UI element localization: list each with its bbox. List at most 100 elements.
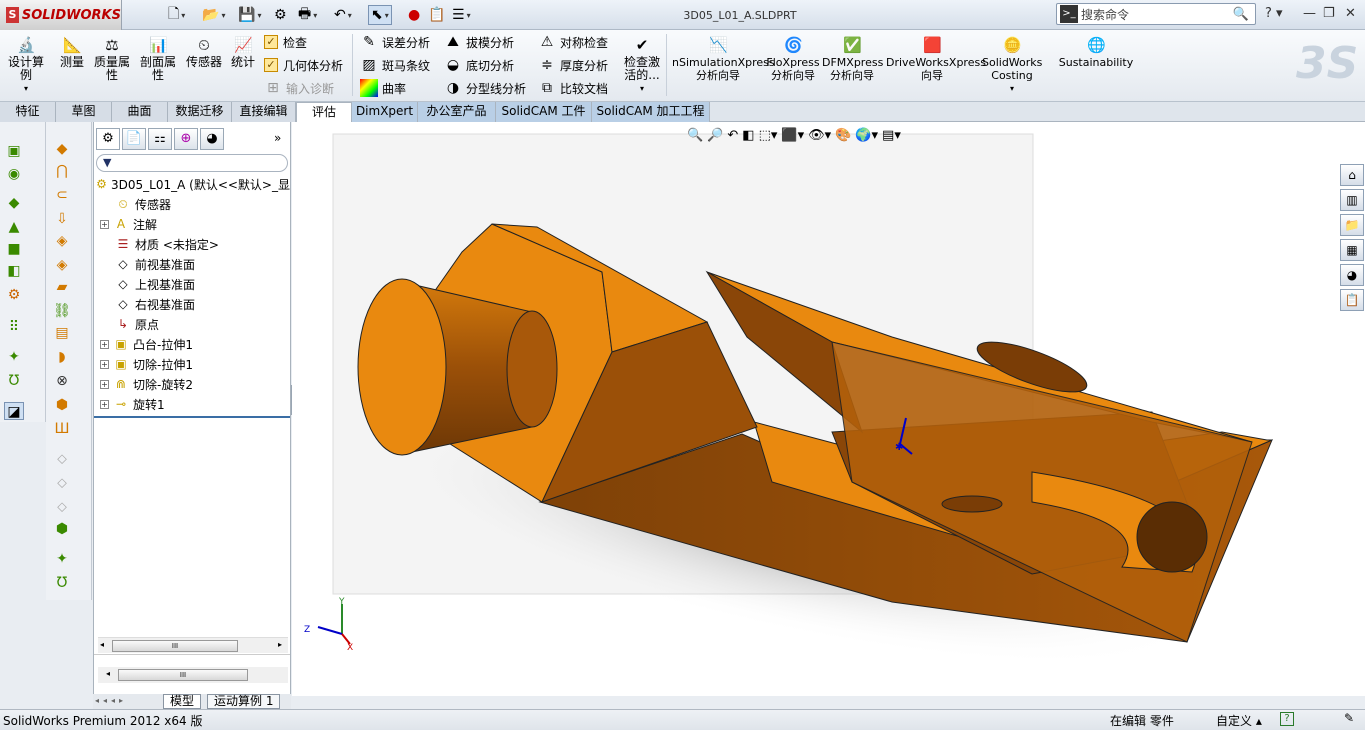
tab-motion-study[interactable]: 运动算例 1 [207, 694, 281, 709]
help-button[interactable]: ? ▾ [1265, 6, 1283, 21]
appearances-icon[interactable]: ◕ [1340, 264, 1364, 286]
tab-office-products[interactable]: 办公室产品 [418, 102, 496, 122]
dome-icon[interactable]: ⬢ [52, 396, 72, 414]
reference-icon[interactable]: ✦ [4, 348, 24, 366]
print-button[interactable]: 🖶 ▾ [298, 5, 317, 25]
cut-thicken-icon[interactable]: ◈ [52, 256, 72, 274]
revolve-icon[interactable]: ◉ [4, 165, 24, 183]
cut-boundary-icon[interactable]: ◈ [52, 232, 72, 250]
tree-item-material[interactable]: ☰ 材质 <未指定> [94, 234, 290, 254]
floxpress-button[interactable]: 🌀 FloXpress 分析向导 [766, 34, 820, 82]
instant3d-icon[interactable]: ◪ [4, 402, 24, 420]
tree-root[interactable]: ⚙ 3D05_L01_A (默认<<默认>_显 [94, 174, 290, 194]
move-face-icon[interactable]: ⬦ [52, 474, 72, 492]
select-button[interactable]: ⬉ ▾ [368, 5, 392, 25]
restore-button[interactable]: ❐ [1323, 6, 1335, 21]
thicken-icon[interactable]: ◧ [4, 262, 24, 280]
undercut-analysis-button[interactable]: ◒ 底切分析 [444, 55, 514, 75]
zoom-to-area-icon[interactable]: 🔎 [707, 128, 723, 150]
tree-item-front-plane[interactable]: ◇ 前视基准面 [94, 254, 290, 274]
viewport-minimize-icon[interactable]: — [1284, 122, 1295, 124]
simulationxpress-button[interactable]: 📉 nSimulationXpress 分析向导 [672, 34, 775, 82]
design-library-icon[interactable]: ▥ [1340, 189, 1364, 211]
lower-horizontal-scrollbar[interactable]: ◂ III [98, 667, 288, 683]
minimize-button[interactable]: — [1303, 6, 1316, 21]
expand-icon[interactable]: + [100, 339, 109, 349]
scroll-right-icon[interactable]: ▸ [278, 640, 282, 649]
display-manager-tab-icon[interactable]: ◕ [200, 128, 224, 150]
file-properties-button[interactable]: 📋 [428, 5, 445, 25]
pattern-icon[interactable]: ⠿ [4, 318, 24, 336]
tree-item-cut-revolve[interactable]: + ⋒ 切除-旋转2 [94, 374, 290, 394]
curvature-button[interactable]: 曲率 [360, 78, 406, 98]
expand-icon[interactable]: + [100, 399, 109, 409]
dfmxpress-button[interactable]: ✅ DFMXpress 分析向导 [822, 34, 883, 82]
property-manager-tab-icon[interactable]: 📄 [122, 128, 146, 150]
geometry-analysis-button[interactable]: ✓ 几何体分析 [264, 55, 343, 75]
compare-documents-button[interactable]: ⧉ 比较文档 [538, 78, 608, 98]
view-orientation-icon[interactable]: ⬚▾ [759, 128, 778, 150]
feature-tree-tab-icon[interactable]: ⚙ [96, 128, 120, 150]
zebra-stripes-button[interactable]: ▨ 斑马条纹 [360, 55, 430, 75]
previous-view-icon[interactable]: ↶ [727, 128, 738, 150]
configuration-manager-tab-icon[interactable]: ⚏ [148, 128, 172, 150]
view-triad[interactable]: Y Z X [304, 597, 353, 653]
deviation-analysis-button[interactable]: ✎ 误差分析 [360, 32, 430, 52]
symmetry-check-button[interactable]: ⚠ 对称检查 [538, 32, 608, 52]
solidworks-logo[interactable]: S SOLIDWORKS [0, 0, 122, 30]
dimxpert-tab-icon[interactable]: ⊕ [174, 128, 198, 150]
apply-scene-icon[interactable]: 🌍▾ [855, 128, 878, 150]
expand-icon[interactable]: + [100, 379, 109, 389]
tab-features[interactable]: 特征 [0, 102, 56, 122]
draft-feature-icon[interactable]: ◗ [52, 348, 72, 366]
custom-properties-icon[interactable]: 📋 [1340, 289, 1364, 311]
hole-icon[interactable]: ⊗ [52, 372, 72, 390]
cascade-icon[interactable]: ⧉ [1266, 122, 1274, 124]
measure-button[interactable]: 📐 测量 [56, 34, 88, 69]
design-study-button[interactable]: 🔬 设计算例 ▾ [6, 34, 46, 95]
chamfer-icon[interactable]: ▰ [52, 278, 72, 296]
help-icon[interactable]: ? [1280, 712, 1294, 726]
tree-item-boss-extrude[interactable]: + ▣ 凸台-拉伸1 [94, 334, 290, 354]
reference-geometry-icon[interactable]: ✦ [52, 550, 72, 568]
display-style-icon[interactable]: ⬛▾ [781, 128, 804, 150]
thickness-analysis-button[interactable]: ≑ 厚度分析 [538, 55, 608, 75]
tab-nav-arrows-icon[interactable]: ◂◂◂▸ [95, 696, 127, 705]
search-box[interactable]: >_ 搜索命令 🔍 [1056, 3, 1256, 25]
model-canvas[interactable]: ✱ Y Z X [292, 122, 1365, 696]
scroll-left-icon[interactable]: ◂ [100, 640, 104, 649]
tab-model[interactable]: 模型 [163, 694, 202, 709]
check-button[interactable]: ✓ 检查 [264, 32, 307, 52]
extrude-icon[interactable]: ▣ [4, 142, 24, 160]
cut-sweep-icon[interactable]: ⊂ [52, 186, 72, 204]
expand-icon[interactable]: + [100, 219, 109, 229]
tab-surfaces[interactable]: 曲面 [112, 102, 168, 122]
tree-item-origin[interactable]: ↳ 原点 [94, 314, 290, 334]
filter-box[interactable]: ▼ [96, 154, 288, 172]
mass-properties-button[interactable]: ⚖ 质量属性 [92, 34, 132, 82]
undo-button[interactable]: ↶ ▾ [334, 5, 352, 25]
expand-panel-icon[interactable]: » [274, 131, 281, 145]
split-icon[interactable]: ⬦ [52, 450, 72, 468]
tab-direct-editing[interactable]: 直接编辑 [232, 102, 296, 122]
save-button[interactable]: 💾 ▾ [238, 5, 261, 25]
tab-dimxpert[interactable]: DimXpert [352, 102, 418, 122]
intersect-icon[interactable]: ⬢ [52, 520, 72, 538]
open-button[interactable]: 📂 ▾ [202, 5, 225, 25]
quick-tips-icon[interactable]: ✎ [1344, 711, 1354, 725]
delete-face-icon[interactable]: ⬦ [52, 498, 72, 516]
hide-show-icon[interactable]: 👁▾ [808, 128, 831, 150]
view-settings-icon[interactable]: ▤▾ [882, 128, 901, 150]
cut-extrude-icon[interactable]: ◆ [52, 140, 72, 158]
viewport-close-icon[interactable]: ✕ [1325, 122, 1334, 124]
boundary-icon[interactable]: ■ [4, 240, 24, 258]
expand-icon[interactable]: + [100, 359, 109, 369]
wrap-icon[interactable]: Ш [52, 420, 72, 438]
view-palette-icon[interactable]: ▦ [1340, 239, 1364, 261]
new-document-button[interactable]: 🗋 ▾ [168, 5, 185, 25]
units-dropdown[interactable]: 自定义 ▴ [1216, 712, 1262, 729]
tree-item-revolve[interactable]: + ⊸ 旋转1 [94, 394, 290, 414]
costing-button[interactable]: 🪙 SolidWorks Costing ▾ [982, 34, 1042, 95]
section-properties-button[interactable]: 📊 剖面属性 [138, 34, 178, 82]
curve-icon[interactable]: Ʊ [4, 372, 24, 390]
